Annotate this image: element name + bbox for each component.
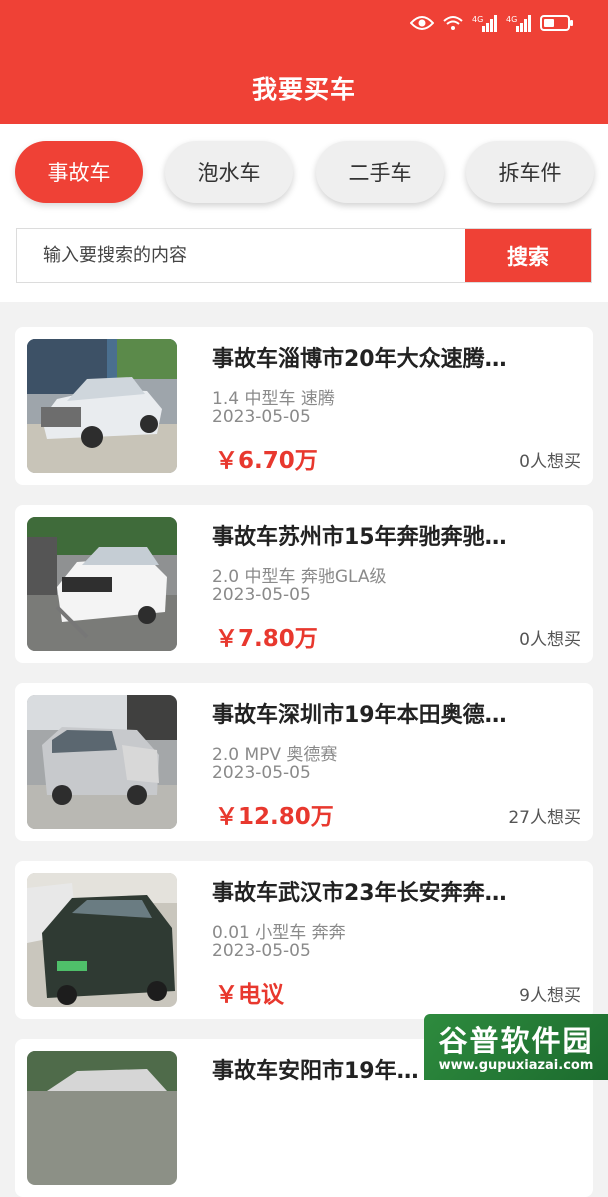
listing-want-count: 0人想买: [519, 630, 581, 650]
listing-spec: 2.0 MPV 奥德赛: [212, 745, 338, 765]
listing-want-count: 0人想买: [519, 452, 581, 472]
wifi-icon: [442, 14, 464, 32]
app-header: 4G 4G 我要买车: [0, 0, 608, 124]
category-tab-accident[interactable]: 事故车: [15, 141, 143, 203]
signal-icon: 4G: [506, 14, 532, 32]
car-photo: [27, 517, 177, 651]
listing-card[interactable]: 事故车苏州市15年奔驰奔驰… 2.0 中型车 奔驰GLA级 2023-05-05…: [15, 505, 593, 663]
car-photo: [27, 339, 177, 473]
car-photo: [27, 1051, 177, 1185]
listing-spec: 0.01 小型车 奔奔: [212, 923, 346, 943]
listing-price: ￥电议: [215, 982, 284, 1008]
watermark-logo: 谷普软件园: [438, 1024, 594, 1058]
listing-date: 2023-05-05: [212, 585, 311, 605]
watermark-url: www.gupuxiazai.com: [438, 1058, 594, 1073]
battery-icon: [540, 14, 574, 32]
listing-date: 2023-05-05: [212, 407, 311, 427]
filter-panel: 事故车 泡水车 二手车 拆车件 搜索: [0, 124, 608, 302]
signal-tag-2: 4G: [506, 15, 517, 24]
search-bar: 搜索: [16, 228, 592, 283]
listing-title: 事故车深圳市19年本田奥德…: [212, 703, 507, 728]
listing-price: ￥7.80万: [215, 626, 318, 652]
search-button[interactable]: 搜索: [465, 229, 591, 282]
listing-card[interactable]: 事故车武汉市23年长安奔奔… 0.01 小型车 奔奔 2023-05-05 ￥电…: [15, 861, 593, 1019]
category-tab-flooded[interactable]: 泡水车: [165, 141, 293, 203]
listing-spec: 2.0 中型车 奔驰GLA级: [212, 567, 387, 587]
listing-card[interactable]: 事故车深圳市19年本田奥德… 2.0 MPV 奥德赛 2023-05-05 ￥1…: [15, 683, 593, 841]
listing-want-count: 27人想买: [508, 808, 581, 828]
listing-want-count: 9人想买: [519, 986, 581, 1006]
listing-card[interactable]: 事故车淄博市20年大众速腾… 1.4 中型车 速腾 2023-05-05 ￥6.…: [15, 327, 593, 485]
listing-price: ￥6.70万: [215, 448, 318, 474]
category-tab-used[interactable]: 二手车: [316, 141, 444, 203]
signal-icon: 4G: [472, 14, 498, 32]
category-tab-parts[interactable]: 拆车件: [466, 141, 594, 203]
listing-date: 2023-05-05: [212, 763, 311, 783]
listing-spec: 1.4 中型车 速腾: [212, 389, 335, 409]
listing-title: 事故车苏州市15年奔驰奔驰…: [212, 525, 507, 550]
signal-tag-1: 4G: [472, 15, 483, 24]
listing-price: ￥12.80万: [215, 804, 334, 830]
site-watermark: 谷普软件园 www.gupuxiazai.com: [424, 1014, 608, 1080]
eye-icon: [410, 15, 434, 31]
listing-title: 事故车武汉市23年长安奔奔…: [212, 881, 507, 906]
listing-title: 事故车淄博市20年大众速腾…: [212, 347, 507, 372]
page-title: 我要买车: [251, 75, 356, 104]
search-input[interactable]: [17, 229, 465, 282]
status-bar: 4G 4G: [410, 12, 574, 34]
car-photo: [27, 873, 177, 1007]
listing-date: 2023-05-05: [212, 941, 311, 961]
car-photo: [27, 695, 177, 829]
